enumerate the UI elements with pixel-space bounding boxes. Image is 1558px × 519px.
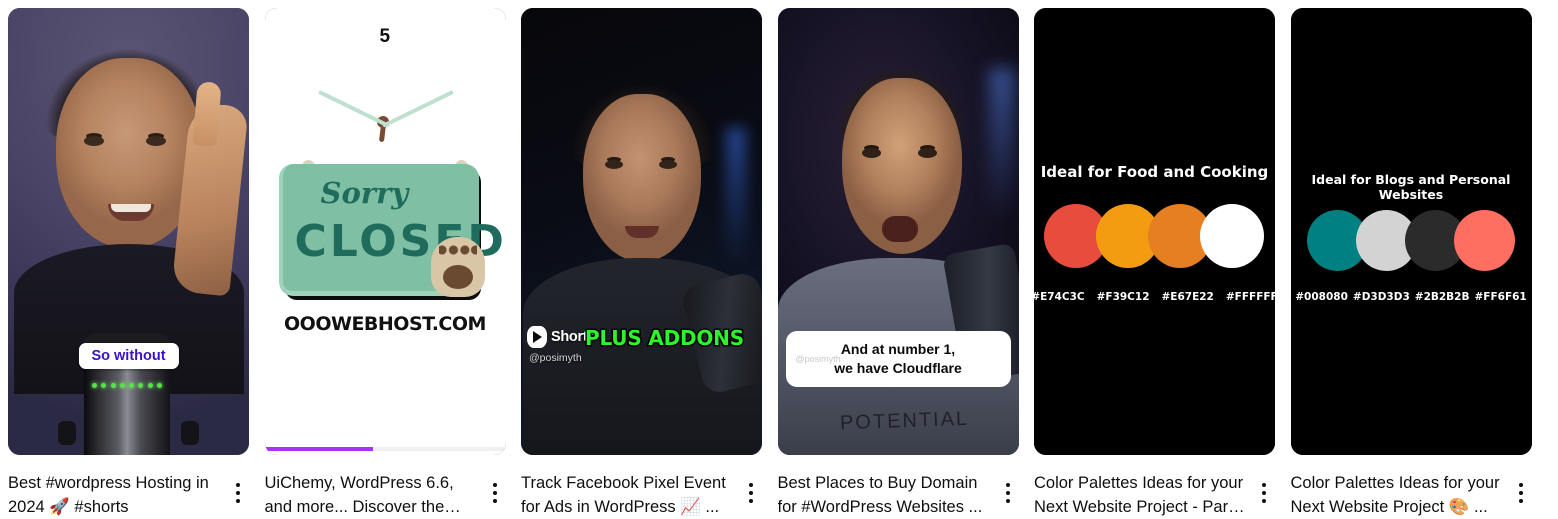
- video-thumbnail[interactable]: So without: [8, 8, 249, 455]
- video-thumbnail[interactable]: POTENTIAL @posimyth And at number 1, we …: [777, 8, 1019, 455]
- hex-label: #FFFFFF: [1225, 291, 1275, 303]
- hex-label: #008080: [1295, 291, 1348, 303]
- video-card[interactable]: So without Best #wordpress Hosting in 20…: [0, 8, 257, 519]
- hex-label: #E74C3C: [1034, 291, 1085, 303]
- video-card[interactable]: 5 Sorry CLOSED OOOWEBHOST.COM UiChemy, W…: [257, 8, 514, 519]
- video-thumbnail[interactable]: Ideal for Blogs and Personal Websites #0…: [1290, 8, 1532, 455]
- background-light-glow: [988, 68, 1015, 218]
- thumbnail-caption: PLUS ADDONS: [584, 325, 746, 352]
- channel-handle: @posimyth: [795, 354, 841, 364]
- watch-progress-fill: [264, 447, 373, 451]
- more-options-icon[interactable]: [997, 473, 1019, 513]
- video-meta: Track Facebook Pixel Event for Ads in Wo…: [521, 471, 762, 519]
- more-options-icon[interactable]: [227, 473, 249, 513]
- person-mouth: [881, 216, 918, 242]
- video-meta: Color Palettes Ideas for your Next Websi…: [1291, 471, 1532, 519]
- hex-label: #2B2B2B: [1414, 291, 1470, 303]
- number-badge: 5: [379, 26, 391, 47]
- more-options-icon[interactable]: [740, 473, 762, 513]
- video-card[interactable]: Ideal for Blogs and Personal Websites #0…: [1283, 8, 1540, 519]
- person-eye-left: [861, 148, 881, 158]
- sign-text-sorry: Sorry: [320, 176, 409, 210]
- thumbnail-watermark: OOOWEBHOST.COM: [282, 311, 488, 337]
- person-eye-left: [84, 136, 104, 146]
- video-meta: Color Palettes Ideas for your Next Websi…: [1034, 471, 1275, 519]
- video-meta: UiChemy, WordPress 6.6, and more... Disc…: [265, 471, 506, 519]
- palette-hex-labels: #E74C3C #F39C12 #E67E22 #FFFFFF: [1034, 291, 1275, 303]
- microphone-arm-right: [181, 421, 199, 445]
- video-title[interactable]: UiChemy, WordPress 6.6, and more... Disc…: [265, 471, 480, 519]
- closed-sign-graphic: Sorry CLOSED: [278, 90, 504, 328]
- video-shelf: So without Best #wordpress Hosting in 20…: [0, 0, 1558, 519]
- color-swatch: [1453, 210, 1515, 271]
- video-title[interactable]: Color Palettes Ideas for your Next Websi…: [1291, 471, 1506, 519]
- palette-swatches: [1044, 204, 1264, 268]
- more-options-icon[interactable]: [484, 473, 506, 513]
- video-meta: Best Places to Buy Domain for #WordPress…: [778, 471, 1019, 519]
- hex-label: #D3D3D3: [1352, 291, 1410, 303]
- paw-icon: [430, 237, 485, 297]
- video-title[interactable]: Color Palettes Ideas for your Next Websi…: [1034, 471, 1249, 519]
- thumbnail-caption-box: @posimyth And at number 1, we have Cloud…: [785, 331, 1011, 387]
- video-title[interactable]: Best Places to Buy Domain for #WordPress…: [778, 471, 993, 519]
- palette-title: Ideal for Food and Cooking: [1040, 163, 1269, 181]
- microphone-led-indicators: [92, 382, 162, 389]
- palette-hex-labels: #008080 #D3D3D3 #2B2B2B #FF6F61: [1291, 291, 1532, 303]
- hex-label: #E67E22: [1161, 291, 1214, 303]
- video-thumbnail[interactable]: Shorts @posimyth PLUS ADDONS: [521, 8, 762, 455]
- more-options-icon[interactable]: [1510, 473, 1532, 513]
- person-eye-right: [659, 160, 677, 169]
- microphone-arm-left: [58, 421, 76, 445]
- color-swatch: [1200, 204, 1264, 268]
- sign-board: Sorry CLOSED: [278, 164, 504, 297]
- person-eye-right: [146, 136, 166, 146]
- shorts-icon: [527, 326, 547, 348]
- person-eye-left: [605, 160, 623, 169]
- video-thumbnail[interactable]: Ideal for Food and Cooking #E74C3C #F39C…: [1034, 8, 1275, 455]
- shirt-text: POTENTIAL: [839, 407, 969, 435]
- video-thumbnail[interactable]: 5 Sorry CLOSED OOOWEBHOST.COM: [264, 8, 506, 455]
- channel-handle: @posimyth: [529, 352, 582, 364]
- video-meta: Best #wordpress Hosting in 2024 🚀 #short…: [8, 471, 249, 519]
- watch-progress-bar: [264, 447, 506, 451]
- more-options-icon[interactable]: [1253, 473, 1275, 513]
- palette-title: Ideal for Blogs and Personal Websites: [1311, 172, 1511, 202]
- background-light-glow: [726, 128, 746, 268]
- video-card[interactable]: Ideal for Food and Cooking #E74C3C #F39C…: [1026, 8, 1283, 519]
- person-eye-right: [917, 148, 937, 158]
- hex-label: #F39C12: [1096, 291, 1150, 303]
- hex-label: #FF6F61: [1474, 291, 1527, 303]
- video-card[interactable]: POTENTIAL @posimyth And at number 1, we …: [770, 8, 1027, 519]
- video-title[interactable]: Best #wordpress Hosting in 2024 🚀 #short…: [8, 471, 223, 519]
- palette-swatches: [1306, 210, 1515, 271]
- video-card[interactable]: Shorts @posimyth PLUS ADDONS Track Faceb…: [513, 8, 770, 519]
- thumbnail-caption: So without: [78, 343, 179, 369]
- video-title[interactable]: Track Facebook Pixel Event for Ads in Wo…: [521, 471, 736, 519]
